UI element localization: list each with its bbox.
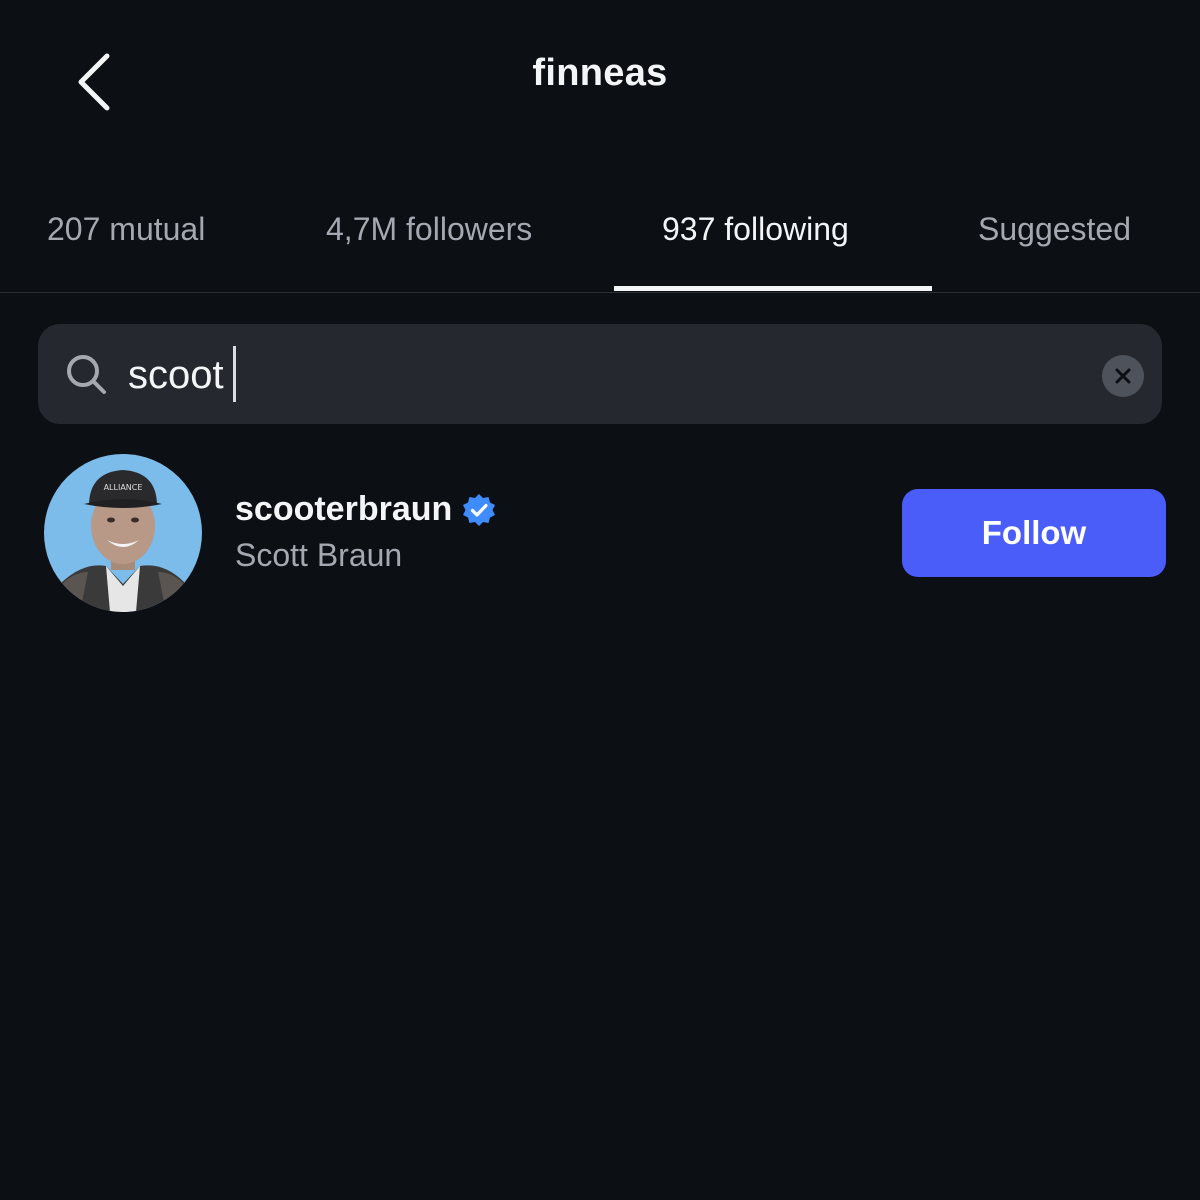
tab-following[interactable]: 937 following	[662, 211, 849, 248]
active-tab-indicator	[614, 286, 932, 291]
text-cursor	[233, 346, 236, 402]
follow-button[interactable]: Follow	[902, 489, 1166, 577]
cap-logo: ALLIANCE	[104, 483, 143, 492]
tab-suggested[interactable]: Suggested	[978, 211, 1131, 248]
search-icon	[67, 355, 106, 394]
profile-photo: ALLIANCE	[44, 454, 202, 612]
clear-search-button[interactable]	[1102, 355, 1144, 397]
full-name: Scott Braun	[235, 537, 403, 573]
verified-badge-icon	[463, 493, 496, 526]
username-row: scooterbraun	[235, 490, 496, 529]
page-title: finneas	[532, 52, 668, 94]
username[interactable]: scooterbraun	[235, 490, 452, 529]
search-input[interactable]	[128, 345, 1068, 405]
list-item[interactable]: ALLIANCE scooterbraun Scott Braun Follow	[0, 440, 1200, 630]
avatar[interactable]: ALLIANCE	[44, 454, 202, 612]
clear-icon	[1115, 368, 1131, 384]
top-bar: finneas	[0, 0, 1200, 165]
tab-mutual[interactable]: 207 mutual	[47, 211, 205, 248]
tab-followers[interactable]: 4,7M followers	[326, 211, 532, 248]
tab-bar: 207 mutual 4,7M followers 937 following …	[0, 185, 1200, 293]
